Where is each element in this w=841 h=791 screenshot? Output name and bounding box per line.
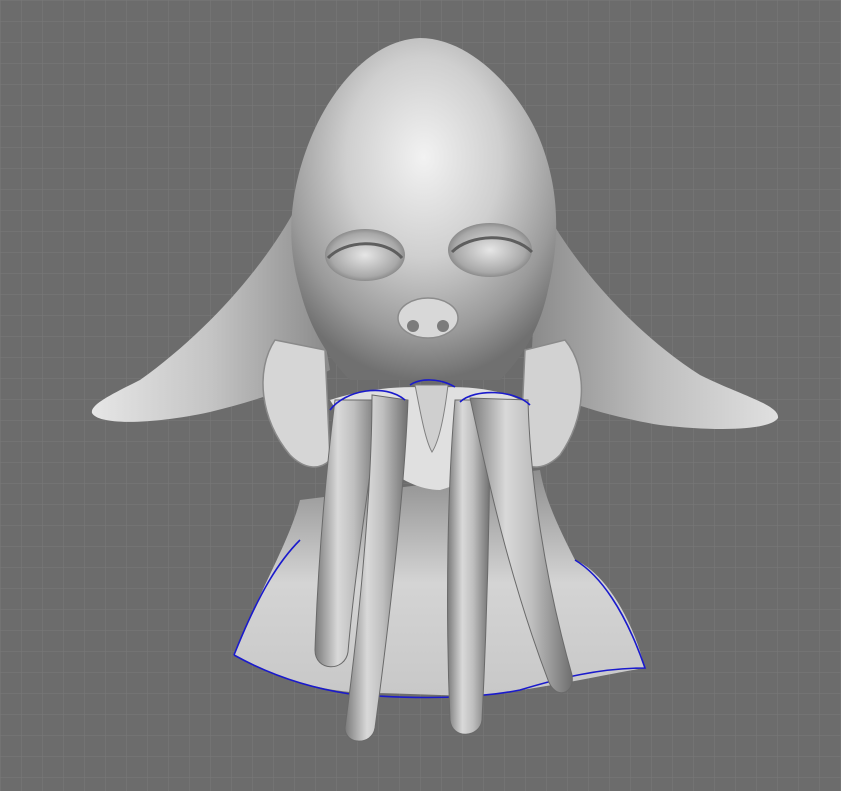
model-eye-left [325,229,405,281]
viewport-canvas[interactable] [0,0,841,791]
nostril-left [407,320,419,332]
nostril-right [437,320,449,332]
3d-viewport[interactable] [0,0,841,791]
model-nose [397,297,459,339]
model-eye-right [448,223,532,277]
